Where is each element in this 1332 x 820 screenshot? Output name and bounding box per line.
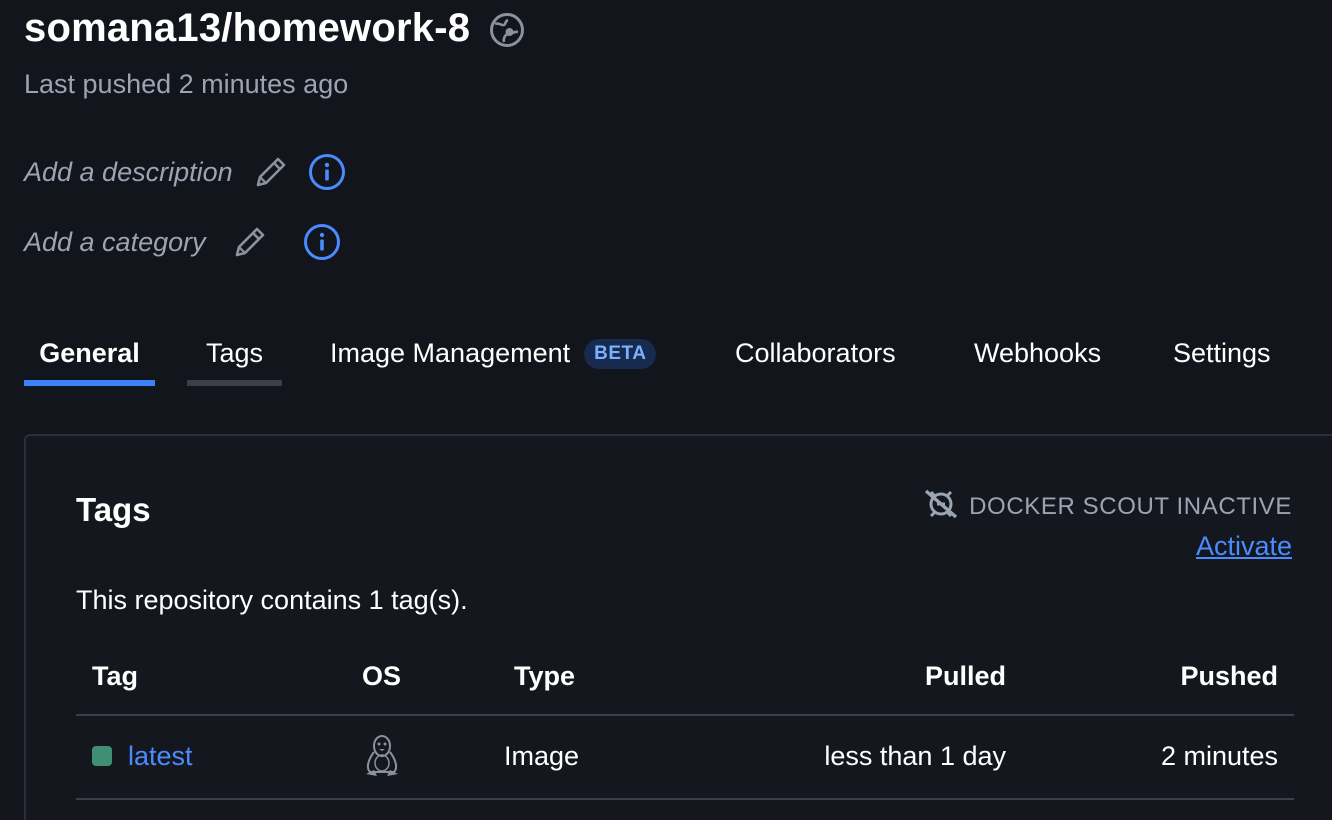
tab-tags-label: Tags — [205, 338, 264, 368]
category-info-icon[interactable] — [302, 222, 342, 262]
tab-collaborators-label: Collaborators — [735, 338, 896, 368]
edit-category-pencil-icon[interactable] — [230, 222, 270, 262]
repository-page: somana13/homework-8 Last pushed 2 minute… — [0, 0, 1332, 820]
beta-badge: BETA — [584, 339, 657, 369]
activate-scout-link[interactable]: Activate — [1196, 528, 1292, 564]
tags-table: Tag OS Type Pulled Pushed latest Image l… — [76, 648, 1294, 800]
docker-scout-status: DOCKER SCOUT INACTIVE — [923, 486, 1292, 527]
repo-title: somana13/homework-8 — [24, 6, 471, 50]
tab-active-indicator — [24, 380, 155, 386]
tab-collaborators[interactable]: Collaborators — [735, 324, 896, 386]
scout-status-text: DOCKER SCOUT INACTIVE — [969, 492, 1292, 520]
tab-general[interactable]: General — [24, 324, 155, 386]
tags-card-title: Tags — [76, 491, 151, 528]
last-pushed-text: Last pushed 2 minutes ago — [24, 69, 349, 99]
tab-general-label: General — [39, 338, 140, 368]
tab-webhooks-label: Webhooks — [974, 338, 1102, 368]
repo-tabs: General Tags Image Management BETA Collab… — [24, 324, 1324, 388]
tab-image-management-label: Image Management — [330, 338, 571, 368]
linux-tux-icon — [362, 734, 402, 780]
tag-link-latest[interactable]: latest — [128, 741, 193, 771]
tab-tags[interactable]: Tags — [187, 324, 282, 386]
scout-inactive-icon — [923, 486, 959, 527]
column-header-tag: Tag — [92, 661, 138, 691]
repo-header: somana13/homework-8 — [24, 4, 526, 52]
public-globe-icon — [488, 11, 526, 49]
tags-table-header: Tag OS Type Pulled Pushed — [76, 648, 1294, 716]
table-row: latest Image less than 1 day 2 minutes — [76, 716, 1294, 800]
column-header-pulled: Pulled — [924, 661, 1006, 691]
column-header-pushed: Pushed — [1180, 661, 1278, 691]
pushed-cell: 2 minutes — [1160, 741, 1278, 771]
type-cell: Image — [504, 741, 580, 771]
category-placeholder[interactable]: Add a category — [24, 224, 206, 260]
edit-description-pencil-icon[interactable] — [251, 152, 291, 192]
tag-cell: latest — [92, 738, 193, 774]
status-indicator — [92, 746, 112, 766]
category-row: Add a category — [24, 222, 342, 262]
column-header-type: Type — [514, 661, 576, 691]
description-placeholder[interactable]: Add a description — [24, 154, 233, 190]
tab-image-management[interactable]: Image Management BETA — [330, 324, 676, 386]
tab-webhooks[interactable]: Webhooks — [974, 324, 1101, 386]
tab-hover-indicator — [187, 380, 282, 386]
tab-settings-label: Settings — [1173, 338, 1271, 368]
description-info-icon[interactable] — [307, 152, 347, 192]
tab-settings[interactable]: Settings — [1173, 324, 1271, 386]
column-header-os: OS — [362, 661, 402, 691]
tag-count-summary: This repository contains 1 tag(s). — [76, 585, 468, 615]
pulled-cell: less than 1 day — [824, 741, 1006, 771]
description-row: Add a description — [24, 152, 347, 192]
tags-card: Tags DOCKER SCOUT INACTIVE Activate This… — [24, 434, 1332, 820]
